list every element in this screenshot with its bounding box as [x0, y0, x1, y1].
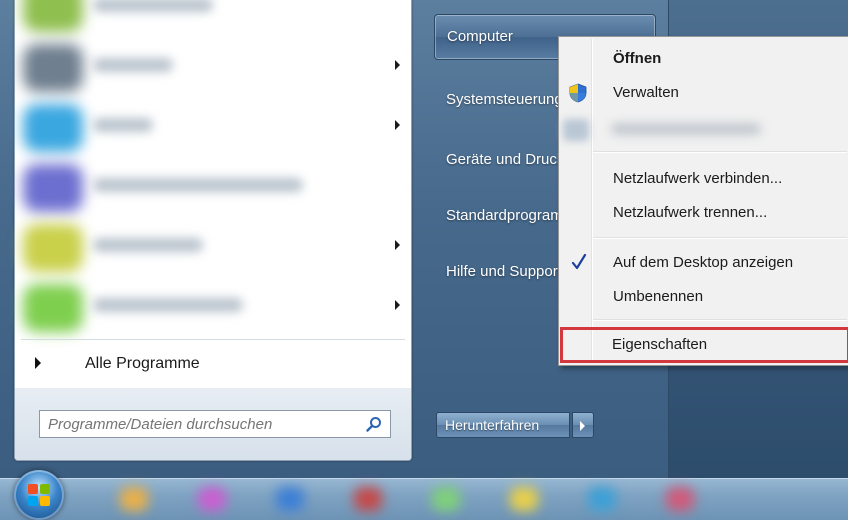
program-icon	[23, 164, 83, 212]
all-programs-button[interactable]: Alle Programme	[15, 343, 411, 383]
program-icon	[23, 224, 83, 272]
menu-item-show-on-desktop[interactable]: Auf dem Desktop anzeigen	[561, 247, 848, 279]
start-button[interactable]	[14, 470, 64, 520]
check-icon	[571, 253, 587, 270]
triangle-right-icon	[35, 357, 41, 369]
search-icon[interactable]	[366, 416, 382, 432]
program-item[interactable]	[15, 36, 411, 96]
menu-item-blurred[interactable]	[561, 113, 848, 145]
menu-item-properties[interactable]: Eigenschaften	[560, 327, 848, 363]
submenu-arrow-icon	[395, 120, 400, 130]
program-item[interactable]	[15, 96, 411, 156]
program-item[interactable]	[15, 216, 411, 276]
search-box[interactable]	[39, 410, 391, 438]
menu-item-map-network-drive[interactable]: Netzlaufwerk verbinden...	[561, 163, 848, 195]
menu-separator	[593, 151, 847, 153]
taskbar-button[interactable]	[510, 487, 538, 511]
taskbar-button[interactable]	[198, 487, 226, 511]
right-pane-item-label: Hilfe und Support	[446, 263, 562, 280]
program-item[interactable]	[15, 0, 411, 36]
shutdown-group: Herunterfahren	[436, 412, 594, 438]
taskbar-button[interactable]	[276, 487, 304, 511]
blurred-label	[611, 123, 761, 135]
menu-item-label: Auf dem Desktop anzeigen	[613, 254, 794, 271]
submenu-arrow-icon	[395, 240, 400, 250]
blurred-icon	[563, 119, 589, 141]
program-item[interactable]	[15, 156, 411, 216]
menu-item-rename[interactable]: Umbenennen	[561, 281, 848, 313]
program-icon	[23, 104, 83, 152]
program-item[interactable]	[15, 276, 411, 336]
context-menu: Öffnen Verwalten Netzlaufwerk verbinden.…	[558, 36, 848, 366]
taskbar-button[interactable]	[120, 487, 148, 511]
menu-item-disconnect-network-drive[interactable]: Netzlaufwerk trennen...	[561, 197, 848, 229]
program-label-blurred	[93, 58, 173, 72]
program-label-blurred	[93, 0, 213, 12]
taskbar	[0, 478, 848, 520]
menu-item-label: Netzlaufwerk verbinden...	[613, 170, 783, 187]
taskbar-button[interactable]	[666, 487, 694, 511]
all-programs-label: Alle Programme	[85, 355, 200, 372]
chevron-right-icon	[580, 421, 585, 431]
right-pane-item-label: Systemsteuerung	[446, 91, 563, 108]
program-icon	[23, 44, 83, 92]
program-label-blurred	[93, 118, 153, 132]
menu-item-label: Netzlaufwerk trennen...	[613, 204, 768, 221]
taskbar-button[interactable]	[354, 487, 382, 511]
program-label-blurred	[93, 238, 203, 252]
menu-separator	[593, 237, 847, 239]
submenu-arrow-icon	[395, 300, 400, 310]
uac-shield-icon	[569, 83, 587, 103]
right-pane-item-label: Computer	[447, 28, 513, 45]
shutdown-button[interactable]: Herunterfahren	[436, 412, 570, 438]
search-area	[15, 388, 411, 460]
menu-item-manage[interactable]: Verwalten	[561, 77, 848, 109]
program-label-blurred	[93, 298, 243, 312]
menu-separator	[593, 319, 847, 321]
menu-item-label: Umbenennen	[613, 288, 704, 305]
taskbar-button[interactable]	[588, 487, 616, 511]
menu-item-label: Eigenschaften	[612, 336, 708, 353]
shutdown-options-button[interactable]	[572, 412, 594, 438]
search-input[interactable]	[48, 411, 348, 437]
program-list	[15, 0, 411, 332]
start-menu-left-pane: Alle Programme	[14, 0, 412, 461]
submenu-arrow-icon	[395, 60, 400, 70]
divider	[21, 339, 405, 340]
menu-item-label: Öffnen	[613, 50, 662, 67]
program-label-blurred	[93, 178, 303, 192]
menu-item-open[interactable]: Öffnen	[561, 43, 848, 75]
windows-logo-icon	[28, 484, 50, 506]
taskbar-button[interactable]	[432, 487, 460, 511]
program-icon	[23, 0, 83, 32]
menu-item-label: Verwalten	[613, 84, 679, 101]
program-icon	[23, 284, 83, 332]
